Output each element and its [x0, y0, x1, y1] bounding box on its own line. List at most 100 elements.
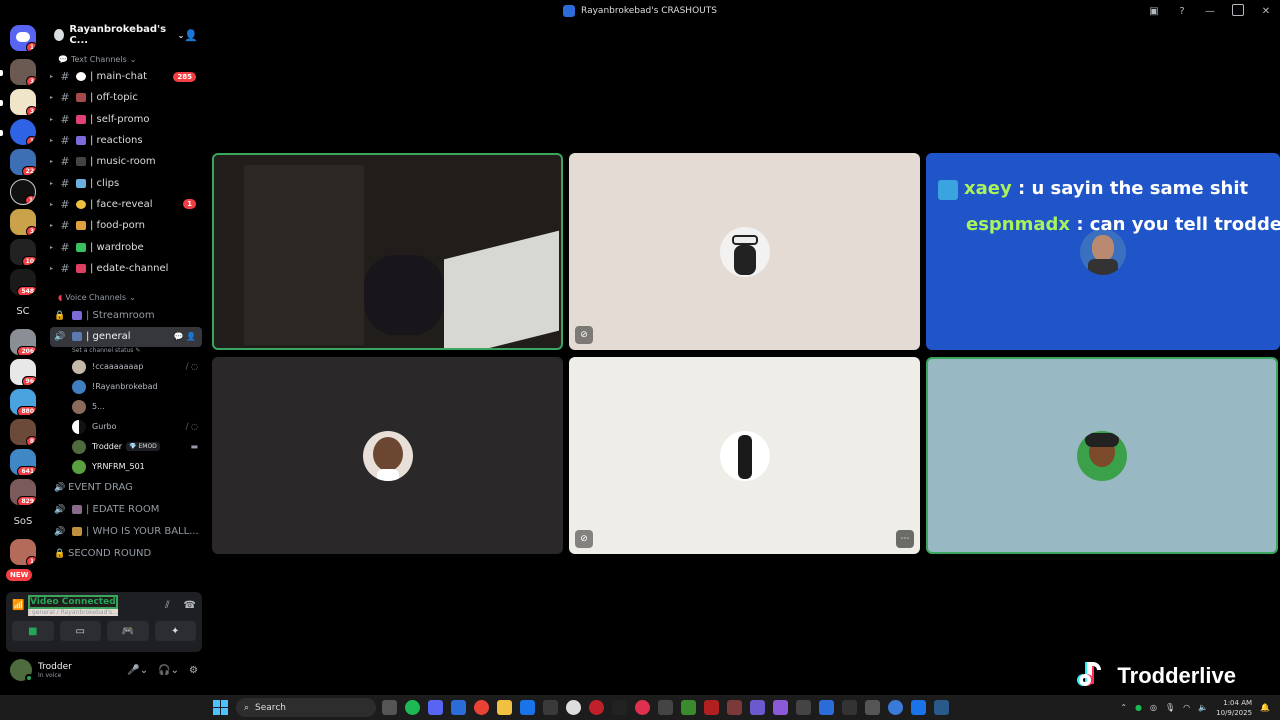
voice-channel-general[interactable]: 🔊 | general 💬 👤: [50, 326, 202, 347]
server-item[interactable]: 3: [10, 89, 36, 115]
video-off-icon[interactable]: ⊘: [575, 326, 593, 344]
notification-bell-icon[interactable]: 🔔: [1260, 703, 1270, 712]
soundboard-button[interactable]: ✦: [154, 621, 196, 641]
voice-user[interactable]: YRNFRM_501: [46, 457, 206, 477]
app-icon[interactable]: [543, 700, 558, 715]
voice-location[interactable]: | general / Rayanbrokebad's...: [28, 608, 118, 616]
channel-status[interactable]: Set a channel status ✎: [46, 347, 206, 357]
media-app-icon[interactable]: [589, 700, 604, 715]
app-icon[interactable]: [750, 700, 765, 715]
steam-icon[interactable]: [934, 700, 949, 715]
app-icon[interactable]: [727, 700, 742, 715]
channel-food-porn[interactable]: ▸ # | food-porn: [46, 215, 206, 236]
inbox-icon[interactable]: ▣: [1140, 6, 1168, 17]
app-icon[interactable]: [566, 700, 581, 715]
channel-wardrobe[interactable]: ▸ # | wardrobe: [46, 236, 206, 257]
server-item[interactable]: 96: [10, 359, 36, 385]
voice-user[interactable]: Gurbo ⧸ ◌: [46, 417, 206, 437]
mail-app-icon[interactable]: [451, 700, 466, 715]
wifi-icon[interactable]: ◠: [1183, 703, 1190, 712]
headphones-icon[interactable]: 🎧⌄: [158, 665, 179, 676]
spotify-app-icon[interactable]: [405, 700, 420, 715]
channel-actions[interactable]: 💬 👤: [174, 332, 196, 341]
video-off-icon[interactable]: ⊘: [575, 530, 593, 548]
settings-app-icon[interactable]: [382, 700, 397, 715]
camera-button[interactable]: ■: [12, 621, 54, 641]
tray-icon[interactable]: ◎: [1150, 703, 1157, 712]
microphone-tray-icon[interactable]: 🎙: [1165, 703, 1175, 712]
server-item[interactable]: 22: [10, 149, 36, 175]
video-tile-participant-speaking[interactable]: [926, 357, 1278, 554]
taskbar-search[interactable]: ⌕ Search: [236, 698, 376, 717]
channel-music-room[interactable]: ▸ # | music-room: [46, 151, 206, 172]
app-icon[interactable]: [635, 700, 650, 715]
server-item[interactable]: 548: [10, 269, 36, 295]
settings-gear-icon[interactable]: ⚙: [189, 665, 198, 676]
video-tile-participant[interactable]: ⊘: [569, 153, 920, 350]
server-item[interactable]: 206: [10, 329, 36, 355]
activities-button[interactable]: 🎮: [107, 621, 149, 641]
video-tile-participant[interactable]: [212, 357, 563, 554]
app-icon[interactable]: [819, 700, 834, 715]
close-button[interactable]: ✕: [1252, 6, 1280, 17]
epic-games-icon[interactable]: [612, 700, 627, 715]
new-badge[interactable]: NEW: [6, 569, 33, 581]
chrome-app-icon[interactable]: [474, 700, 489, 715]
editor-app-icon[interactable]: [520, 700, 535, 715]
video-tile-participant[interactable]: ⊘ ⋯: [569, 357, 920, 554]
discord-app-icon[interactable]: [428, 700, 443, 715]
invite-icon[interactable]: 👤: [184, 29, 198, 42]
server-item[interactable]: 1: [10, 179, 36, 205]
channel-face-reveal[interactable]: ▸ # | face-reveal 1: [46, 194, 206, 215]
avatar[interactable]: [10, 659, 33, 682]
channel-main-chat[interactable]: ▸ # | main-chat 285: [46, 66, 206, 87]
app-icon[interactable]: [658, 700, 673, 715]
signal-icon[interactable]: 📶: [12, 600, 28, 611]
app-icon[interactable]: [842, 700, 857, 715]
category-text-channels[interactable]: 💬 Text Channels ⌄: [46, 52, 206, 66]
disconnect-icon[interactable]: ☎: [184, 600, 196, 611]
voice-user[interactable]: !Rayanbrokebad: [46, 377, 206, 397]
chevron-up-icon[interactable]: ⌃: [1120, 703, 1127, 712]
voice-channel-who-is-your-ball[interactable]: 🔊 | WHO IS YOUR BALL...: [46, 521, 206, 543]
app-icon[interactable]: [911, 700, 926, 715]
server-item[interactable]: 3: [10, 209, 36, 235]
server-item[interactable]: 3: [10, 59, 36, 85]
volume-icon[interactable]: 🔈: [1198, 703, 1208, 712]
video-tile-webcam[interactable]: [212, 153, 563, 350]
server-item-sos[interactable]: SoS: [8, 510, 38, 534]
server-item[interactable]: 1: [10, 119, 36, 145]
channel-off-topic[interactable]: ▸ # | off-topic: [46, 87, 206, 108]
voice-user[interactable]: Trodder 💎 EMOD ▬: [46, 437, 206, 457]
server-item-sc[interactable]: SC: [8, 300, 38, 324]
server-item[interactable]: 641: [10, 449, 36, 475]
voice-channel-event-drag[interactable]: 🔊 EVENT DRAG: [46, 477, 206, 499]
channel-edate-channel[interactable]: ▸ # | edate-channel: [46, 258, 206, 279]
microphone-icon[interactable]: 🎤⌄: [127, 665, 148, 676]
voice-channel-streamroom[interactable]: 🔒 | Streamroom: [46, 305, 206, 327]
channel-reactions[interactable]: ▸ # | reactions: [46, 130, 206, 151]
minecraft-icon[interactable]: [681, 700, 696, 715]
noise-suppression-icon[interactable]: ⫽: [165, 600, 169, 611]
video-tile-stream-chat[interactable]: xaey : u sayin the same shit espnmadx : …: [926, 153, 1280, 350]
voice-channel-second-round[interactable]: 🔒 SECOND ROUND: [46, 543, 206, 565]
voice-user[interactable]: !ccaaaaaaap ⧸ ◌: [46, 357, 206, 377]
spotify-tray-icon[interactable]: ●: [1135, 703, 1142, 712]
home-button[interactable]: 1: [10, 25, 36, 51]
app-icon[interactable]: [773, 700, 788, 715]
app-icon[interactable]: [796, 700, 811, 715]
start-button[interactable]: [213, 700, 228, 715]
clock[interactable]: 1:04 AM 10/9/2025: [1216, 698, 1252, 718]
server-header[interactable]: Rayanbrokebad's C... ⌄ 👤: [46, 22, 206, 48]
app-icon[interactable]: [865, 700, 880, 715]
voice-channel-edate-room[interactable]: 🔊 | EDATE ROOM: [46, 499, 206, 521]
server-item[interactable]: 880: [10, 389, 36, 415]
server-item[interactable]: 10: [10, 239, 36, 265]
screen-share-button[interactable]: ▭: [59, 621, 101, 641]
file-explorer-icon[interactable]: [497, 700, 512, 715]
channel-self-promo[interactable]: ▸ # | self-promo: [46, 109, 206, 130]
more-options-icon[interactable]: ⋯: [896, 530, 914, 548]
help-icon[interactable]: ?: [1168, 6, 1196, 17]
app-icon[interactable]: [888, 700, 903, 715]
server-item[interactable]: 8: [10, 419, 36, 445]
